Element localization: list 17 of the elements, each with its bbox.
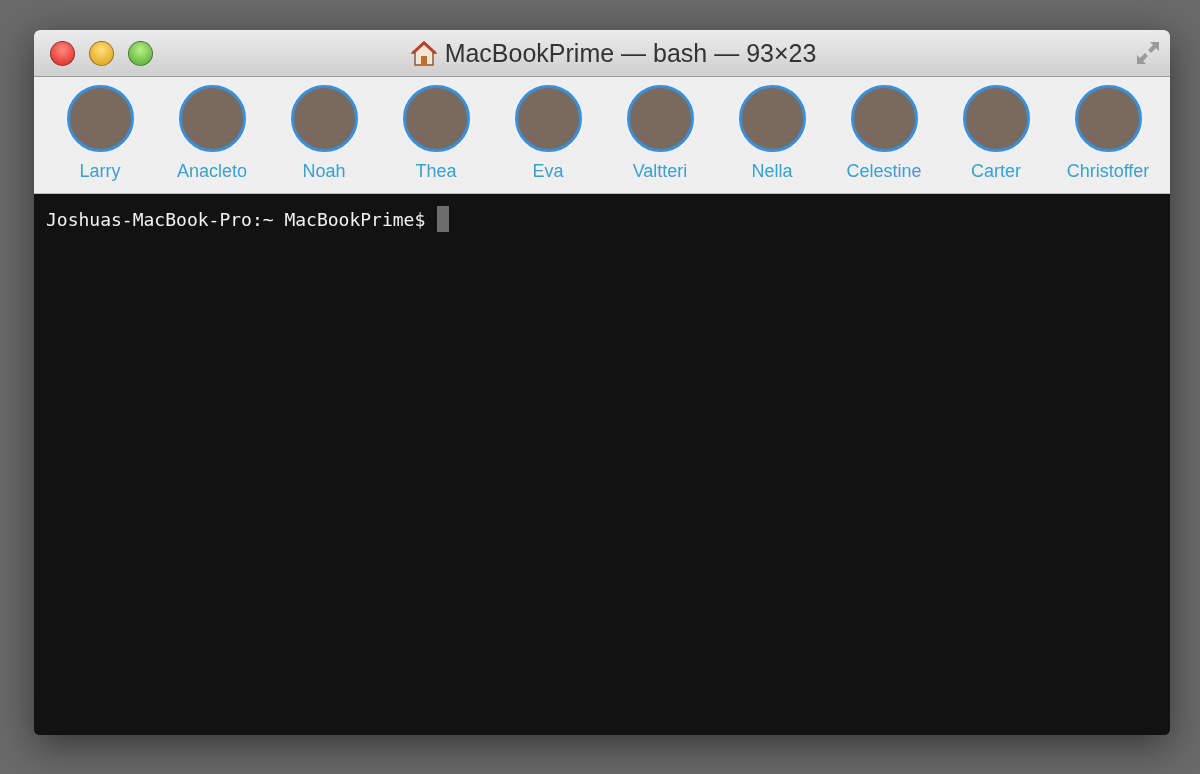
contact-name[interactable]: Eva: [532, 161, 564, 182]
zoom-button[interactable]: [128, 40, 153, 66]
window-title: MacBookPrime — bash — 93×23: [444, 38, 817, 68]
house-icon: [410, 40, 437, 66]
contact-name[interactable]: Noah: [302, 161, 346, 182]
contact-name[interactable]: Larry: [79, 161, 121, 182]
contact-name[interactable]: Valtteri: [632, 161, 688, 182]
close-button[interactable]: [50, 40, 75, 66]
shell-prompt: Joshuas-MacBook-Pro:~ MacBookPrime$: [46, 208, 426, 230]
contact-name[interactable]: Nella: [751, 161, 793, 182]
minimize-button[interactable]: [89, 40, 114, 66]
contact-name[interactable]: Carter: [971, 161, 1021, 182]
contact-name[interactable]: Christoffer: [1066, 161, 1150, 182]
contact-name[interactable]: Thea: [415, 161, 457, 182]
contact-name[interactable]: Anacleto: [176, 161, 248, 182]
text-cursor: [437, 206, 450, 232]
contact-name[interactable]: Celestine: [846, 161, 922, 182]
